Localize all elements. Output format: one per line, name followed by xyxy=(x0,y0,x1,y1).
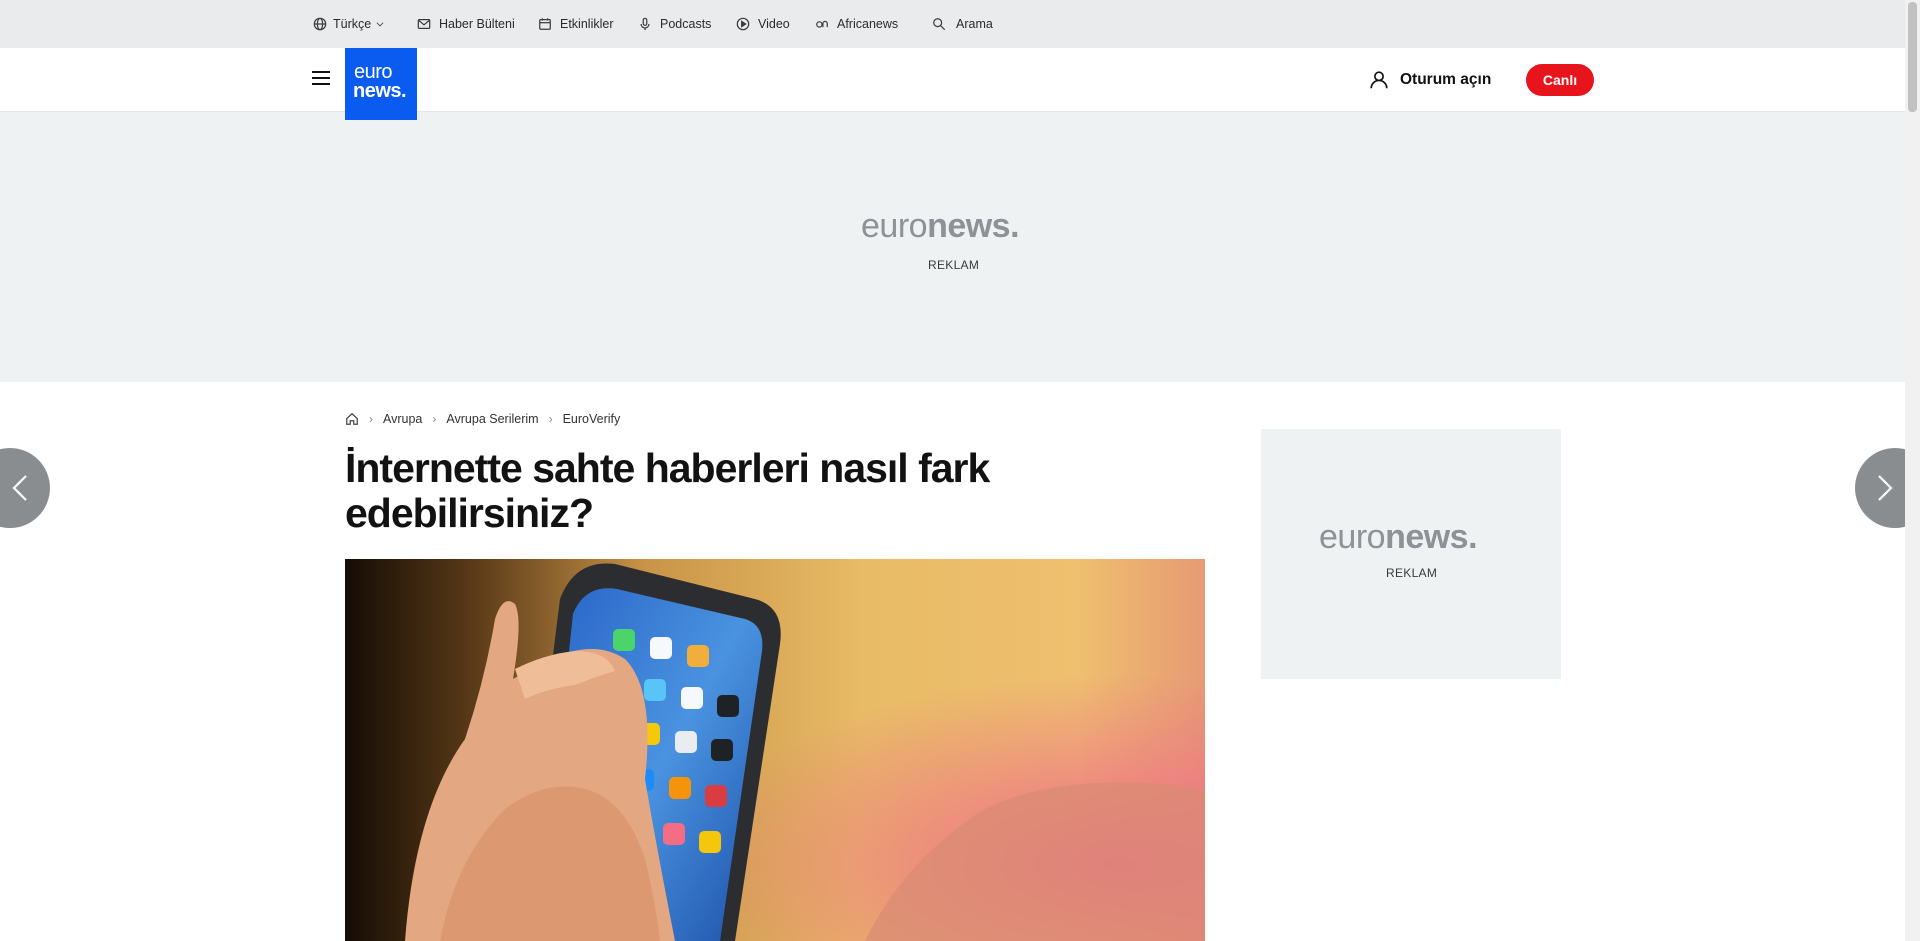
events-label: Etkinlikler xyxy=(560,17,614,31)
ad-banner-logo-light: euro xyxy=(861,207,928,245)
ad-banner-logo: euronews. xyxy=(861,207,1020,246)
search-button[interactable]: Arama xyxy=(932,0,993,48)
microphone-icon xyxy=(640,17,650,31)
chevron-left-icon xyxy=(12,475,27,501)
chevron-right-icon: › xyxy=(432,412,437,426)
search-icon xyxy=(933,18,946,31)
top-utility-bar: Türkçe Haber Bülteni Etkinlikler Podcast… xyxy=(0,0,1905,48)
africanews-link[interactable]: Africanews xyxy=(815,0,898,48)
calendar-icon xyxy=(539,18,551,30)
language-label: Türkçe xyxy=(333,17,372,31)
breadcrumb-item-avrupa[interactable]: Avrupa xyxy=(383,412,422,426)
hero-illustration xyxy=(345,559,1205,941)
breadcrumb-item-avrupa-serilerim[interactable]: Avrupa Serilerim xyxy=(446,412,538,426)
live-button[interactable]: Canlı xyxy=(1526,64,1594,96)
podcasts-link[interactable]: Podcasts xyxy=(638,0,711,48)
search-label: Arama xyxy=(956,17,993,31)
sidebar-ad-label: REKLAM xyxy=(1386,566,1438,580)
video-link[interactable]: Video xyxy=(736,0,790,48)
breadcrumb: › Avrupa › Avrupa Serilerim › EuroVerify xyxy=(345,409,620,429)
breadcrumb-item-euroverify[interactable]: EuroVerify xyxy=(563,412,621,426)
sidebar-ad-logo: euronews. xyxy=(1319,518,1478,557)
user-icon xyxy=(1370,71,1388,89)
logo-line-2: news. xyxy=(353,80,407,102)
signin-button[interactable]: Oturum açın xyxy=(1368,48,1491,112)
ad-banner-label: REKLAM xyxy=(928,258,980,272)
podcasts-label: Podcasts xyxy=(660,17,712,31)
chevron-right-icon: › xyxy=(548,412,553,426)
play-icon xyxy=(736,17,750,31)
newsletter-link[interactable]: Haber Bülteni xyxy=(417,0,515,48)
sidebar-ad-logo-light: euro xyxy=(1319,518,1386,556)
globe-icon xyxy=(313,17,327,31)
main-header xyxy=(0,48,1905,112)
previous-article-button[interactable] xyxy=(0,448,50,528)
article-headline: İnternette sahte haberleri nasıl fark ed… xyxy=(345,445,990,536)
ad-banner: euronews. REKLAM xyxy=(0,112,1905,382)
mail-icon xyxy=(417,19,431,29)
video-label: Video xyxy=(758,17,790,31)
chevron-right-icon xyxy=(1878,475,1893,501)
scrollbar-thumb[interactable] xyxy=(1908,2,1917,112)
sidebar-ad: euronews. REKLAM xyxy=(1261,429,1561,679)
africanews-icon xyxy=(816,20,828,28)
euronews-logo[interactable]: euro news. xyxy=(345,48,417,120)
sidebar-ad-logo-bold: news. xyxy=(1385,518,1478,556)
menu-icon[interactable] xyxy=(312,70,330,86)
africanews-label: Africanews xyxy=(837,17,899,31)
logo-line-1: euro xyxy=(354,61,393,83)
events-link[interactable]: Etkinlikler xyxy=(538,0,614,48)
home-icon[interactable] xyxy=(345,412,359,426)
ad-banner-logo-bold: news. xyxy=(927,207,1020,245)
newsletter-label: Haber Bülteni xyxy=(439,17,515,31)
chevron-down-icon xyxy=(376,22,384,27)
chevron-right-icon: › xyxy=(369,412,373,426)
article-hero-image xyxy=(345,559,1205,941)
language-selector[interactable]: Türkçe xyxy=(313,0,385,48)
signin-label: Oturum açın xyxy=(1400,71,1492,88)
page-scrollbar[interactable] xyxy=(1905,0,1920,941)
